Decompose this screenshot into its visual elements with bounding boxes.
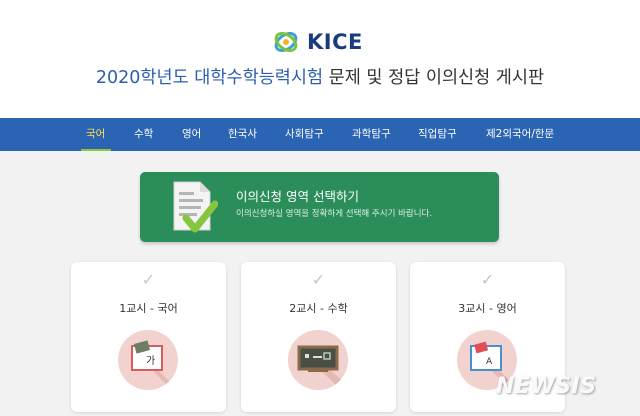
- nav-item-vocational[interactable]: 직업탐구: [418, 118, 457, 151]
- card-label: 3교시 - 영어: [458, 302, 517, 315]
- card-period-1-korean[interactable]: ✓ 1교시 - 국어 가: [71, 262, 226, 412]
- newsis-watermark: NEWSIS: [496, 374, 597, 399]
- svg-text:가: 가: [146, 355, 155, 367]
- kice-logo-icon: [274, 31, 298, 53]
- page-title: 2020학년도 대학수학능력시험 문제 및 정답 이의신청 게시판: [0, 64, 640, 89]
- page-title-accent: 2020학년도 대학수학능력시험: [95, 68, 324, 88]
- card-label: 1교시 - 국어: [119, 302, 178, 315]
- banner-title: 이의신청 영역 선택하기: [236, 189, 359, 204]
- chalkboard-icon: [297, 345, 348, 390]
- banner-subtitle: 이의신청하실 영역을 정확하게 선택해 주시기 바랍니다.: [236, 209, 433, 219]
- check-icon: ✓: [141, 270, 156, 289]
- check-icon: ✓: [480, 270, 495, 289]
- card-icon-circle: [288, 330, 348, 390]
- kice-logo[interactable]: KICE: [271, 26, 363, 58]
- nav-item-korean-history[interactable]: 한국사: [228, 118, 257, 151]
- logo-text: KICE: [307, 30, 363, 54]
- subject-nav: 국어 수학 영어 한국사 사회탐구 과학탐구 직업탐구 제2외국어/한문: [0, 118, 640, 151]
- svg-text:A: A: [486, 357, 493, 367]
- nav-item-second-language[interactable]: 제2외국어/한문: [486, 118, 554, 151]
- header: [0, 0, 640, 118]
- card-label: 2교시 - 수학: [289, 302, 348, 315]
- check-icon: ✓: [311, 270, 326, 289]
- nav-item-korean[interactable]: 국어: [86, 118, 105, 151]
- card-period-2-math[interactable]: ✓ 2교시 - 수학: [241, 262, 396, 412]
- document-check-icon: [173, 181, 218, 233]
- page-title-rest: 문제 및 정답 이의신청 게시판: [323, 68, 545, 88]
- nav-item-math[interactable]: 수학: [134, 118, 153, 151]
- korean-book-icon: 가: [131, 340, 178, 390]
- nav-item-social-studies[interactable]: 사회탐구: [285, 118, 324, 151]
- nav-item-english[interactable]: 영어: [182, 118, 201, 151]
- nav-item-science[interactable]: 과학탐구: [352, 118, 391, 151]
- card-icon-circle: 가: [118, 330, 178, 390]
